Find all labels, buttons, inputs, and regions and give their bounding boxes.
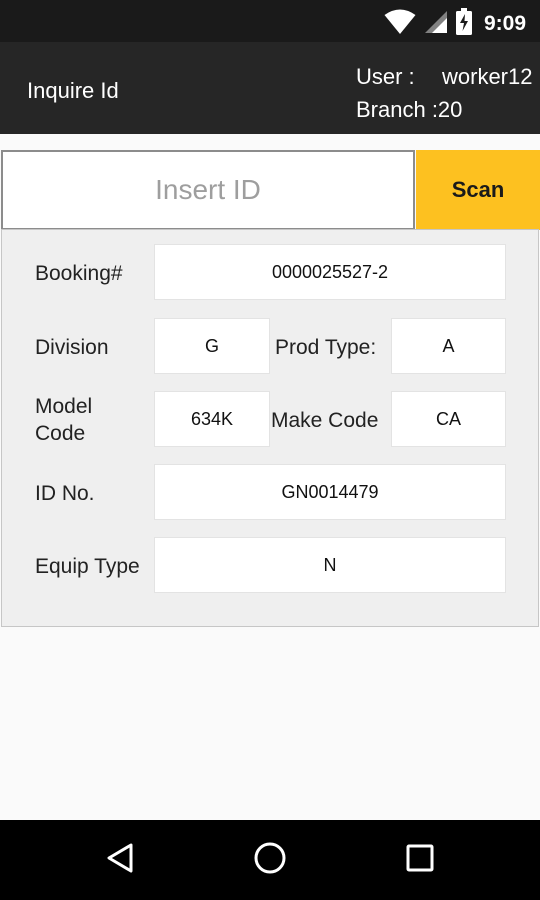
recents-icon	[405, 843, 435, 878]
id-details-card: Booking# 0000025527-2 Division G Prod Ty…	[1, 229, 539, 627]
division-label: Division	[35, 336, 109, 359]
equip-type-field: N	[154, 537, 506, 593]
page-title: Inquire Id	[27, 78, 119, 103]
home-icon	[253, 841, 287, 880]
app-bar: Inquire Id User : worker12 Branch :20	[0, 42, 540, 134]
status-bar: 9:09	[0, 0, 540, 42]
branch-row: Branch :20	[356, 97, 463, 122]
insert-id-input[interactable]	[1, 150, 415, 230]
signal-icon	[424, 10, 448, 39]
navigation-bar	[0, 820, 540, 900]
user-label: User :	[356, 64, 415, 89]
booking-label: Booking#	[35, 262, 123, 285]
battery-charging-icon	[455, 8, 472, 40]
model-code-label-line2: Code	[35, 422, 86, 445]
model-code-field: 634K	[154, 391, 270, 447]
make-code-field: CA	[391, 391, 506, 447]
user-value: worker12	[442, 64, 533, 89]
status-icons: 9:09	[384, 8, 526, 40]
scan-row: Scan	[0, 150, 540, 230]
make-code-label: Make Code	[271, 409, 379, 432]
prod-type-label: Prod Type:	[275, 336, 377, 359]
booking-field: 0000025527-2	[154, 244, 506, 300]
back-button[interactable]	[100, 842, 140, 878]
main-content: Scan Booking# 0000025527-2 Division G Pr…	[0, 134, 540, 820]
user-row: User : worker12	[356, 60, 532, 93]
equip-type-label: Equip Type	[35, 555, 140, 578]
id-no-label: ID No.	[35, 482, 95, 505]
status-time: 9:09	[483, 12, 526, 35]
wifi-icon	[384, 9, 416, 40]
division-field: G	[154, 318, 270, 374]
recents-button[interactable]	[400, 842, 440, 878]
model-code-label: Model Code	[35, 393, 92, 447]
prod-type-field: A	[391, 318, 506, 374]
back-icon	[105, 842, 135, 879]
user-info: User : worker12 Branch :20	[356, 60, 532, 126]
model-code-label-line1: Model	[35, 395, 93, 418]
scan-button[interactable]: Scan	[416, 150, 540, 230]
id-no-field: GN0014479	[154, 464, 506, 520]
home-button[interactable]	[250, 842, 290, 878]
